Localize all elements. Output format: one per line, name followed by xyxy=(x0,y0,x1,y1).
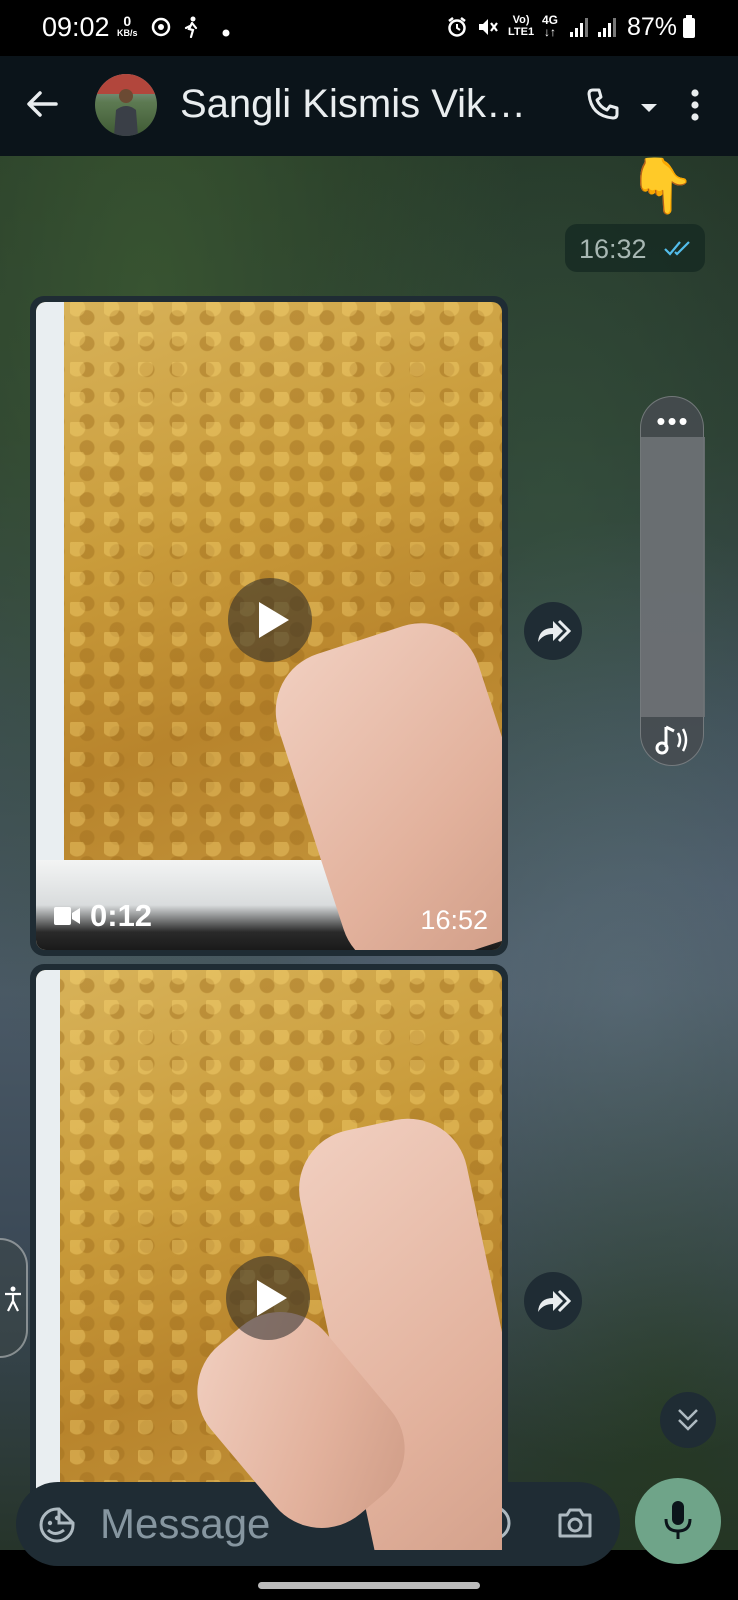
signal-icon-1 xyxy=(568,16,590,43)
accessibility-tab[interactable] xyxy=(0,1238,28,1358)
forward-icon xyxy=(538,619,571,643)
data-arrows-icon: ↓↑ xyxy=(544,25,556,39)
hand-image xyxy=(260,607,502,950)
forward-button[interactable] xyxy=(524,602,582,660)
voice-call-icon[interactable] xyxy=(585,86,621,127)
play-icon xyxy=(257,1280,287,1316)
video-duration-text: 0:12 xyxy=(90,898,153,933)
chat-area[interactable]: 👇 16:32 0:12 16:52 ••• xyxy=(0,156,738,1550)
chat-header: Sangli Kismis Vik… xyxy=(0,56,738,156)
mute-icon xyxy=(476,16,500,43)
video-thumbnail[interactable]: 0:12 16:52 xyxy=(36,302,502,950)
video-message[interactable]: 0:12 16:52 xyxy=(30,296,508,956)
volte-label: Vo) xyxy=(512,14,530,26)
video-duration: 0:12 xyxy=(54,898,152,934)
battery-icon xyxy=(682,15,696,44)
contact-name[interactable]: Sangli Kismis Vik… xyxy=(180,82,570,127)
volume-panel[interactable]: ••• xyxy=(640,396,705,766)
dot-icon xyxy=(222,24,230,42)
emoji-sticker-icon[interactable] xyxy=(38,1506,76,1549)
camera-icon[interactable] xyxy=(556,1506,594,1545)
sent-message-meta[interactable]: 16:32 xyxy=(565,224,705,272)
volume-slider[interactable] xyxy=(641,437,705,717)
status-bar: 09:02 0 KB/s Vo) LTE1 4G ↓↑ 87% xyxy=(0,0,738,56)
mic-icon xyxy=(664,1501,692,1539)
battery-level: 87% xyxy=(627,13,678,41)
video-message[interactable] xyxy=(30,964,508,1550)
network-type: 4G ↓↑ xyxy=(542,14,558,38)
more-vert-icon[interactable] xyxy=(690,88,700,127)
net-speed: 0 KB/s xyxy=(117,14,138,38)
sim-label: LTE1 xyxy=(508,26,535,38)
home-gesture-handle[interactable] xyxy=(258,1582,480,1589)
sent-message-time: 16:32 xyxy=(579,234,647,264)
music-note-icon[interactable] xyxy=(654,723,692,762)
play-button[interactable] xyxy=(226,1256,310,1340)
alarm-icon xyxy=(446,16,468,43)
walking-icon xyxy=(184,16,200,43)
net-speed-value: 0 xyxy=(123,13,132,29)
video-time: 16:52 xyxy=(420,905,488,935)
accessibility-icon xyxy=(5,1286,21,1312)
net-speed-unit: KB/s xyxy=(117,28,138,38)
signal-icon-2 xyxy=(596,16,618,43)
video-camera-icon xyxy=(54,907,80,925)
voice-record-button[interactable] xyxy=(635,1478,721,1564)
volte-indicator: Vo) LTE1 xyxy=(508,14,534,38)
sync-icon xyxy=(150,16,172,43)
status-time: 09:02 xyxy=(42,12,110,42)
play-icon xyxy=(259,602,289,638)
read-ticks-icon xyxy=(663,238,693,263)
scroll-to-bottom-button[interactable] xyxy=(660,1392,716,1448)
play-button[interactable] xyxy=(228,578,312,662)
forward-button[interactable] xyxy=(524,1272,582,1330)
contact-avatar[interactable] xyxy=(95,74,157,136)
system-nav-bar xyxy=(0,1574,738,1600)
back-arrow-icon[interactable] xyxy=(24,86,60,127)
forward-icon xyxy=(538,1289,571,1313)
chevron-down-icon[interactable] xyxy=(640,100,658,118)
double-chevron-down-icon xyxy=(678,1409,698,1431)
video-thumbnail[interactable] xyxy=(36,970,502,1550)
volume-more-icon[interactable]: ••• xyxy=(655,408,691,434)
sent-emoji-message[interactable]: 👇 xyxy=(628,156,695,216)
